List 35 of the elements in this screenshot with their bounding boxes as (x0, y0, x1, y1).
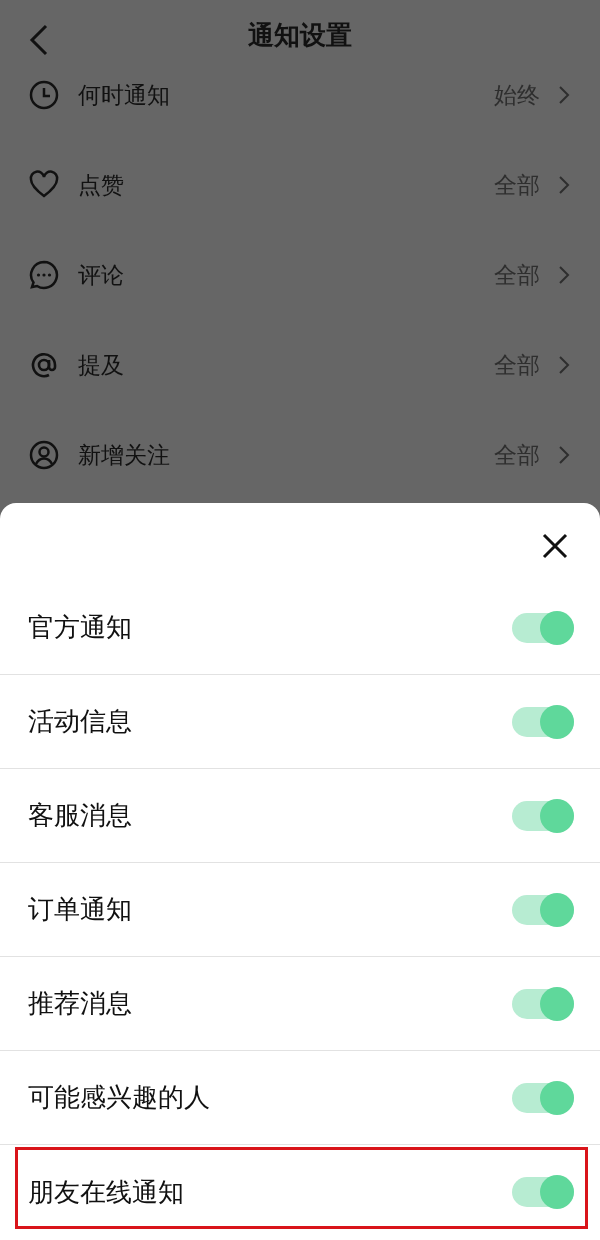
toggle-switch[interactable] (512, 706, 574, 737)
setting-value: 全部 (494, 440, 540, 470)
toggle-switch[interactable] (512, 1082, 574, 1113)
chevron-icon (558, 85, 570, 105)
toggle-switch[interactable] (512, 894, 574, 925)
setting-value: 全部 (494, 260, 540, 290)
toggle-switch[interactable] (512, 612, 574, 643)
toggle-label: 官方通知 (28, 611, 133, 644)
setting-label[interactable]: 提及 (78, 349, 476, 381)
setting-value: 始终 (494, 80, 540, 110)
clock-icon (28, 79, 60, 111)
setting-label[interactable]: 评论 (78, 259, 476, 291)
back-icon[interactable] (28, 24, 50, 56)
toggle-switch[interactable] (512, 800, 574, 831)
toggle-label: 客服消息 (28, 799, 133, 832)
chevron-icon (558, 445, 570, 465)
setting-value: 全部 (494, 350, 540, 380)
toggle-switch[interactable] (512, 1177, 574, 1207)
setting-label[interactable]: 何时通知 (78, 79, 476, 111)
chevron-icon (558, 355, 570, 375)
setting-label[interactable]: 点赞 (78, 169, 476, 201)
setting-label[interactable]: 新增关注 (78, 439, 476, 471)
toggle-label: 推荐消息 (28, 987, 133, 1020)
close-button[interactable] (540, 531, 570, 561)
toggle-switch[interactable] (512, 988, 574, 1019)
page-title: 通知设置 (248, 18, 352, 52)
chevron-icon (558, 265, 570, 285)
toggle-label: 朋友在线通知 (28, 1175, 185, 1209)
chevron-icon (558, 175, 570, 195)
toggle-label: 活动信息 (28, 705, 133, 738)
speech-bubble-icon (28, 259, 60, 291)
person-icon (28, 439, 60, 471)
setting-value: 全部 (494, 170, 540, 200)
toggle-label: 可能感兴趣的人 (28, 1081, 211, 1114)
toggle-label: 订单通知 (28, 893, 133, 926)
